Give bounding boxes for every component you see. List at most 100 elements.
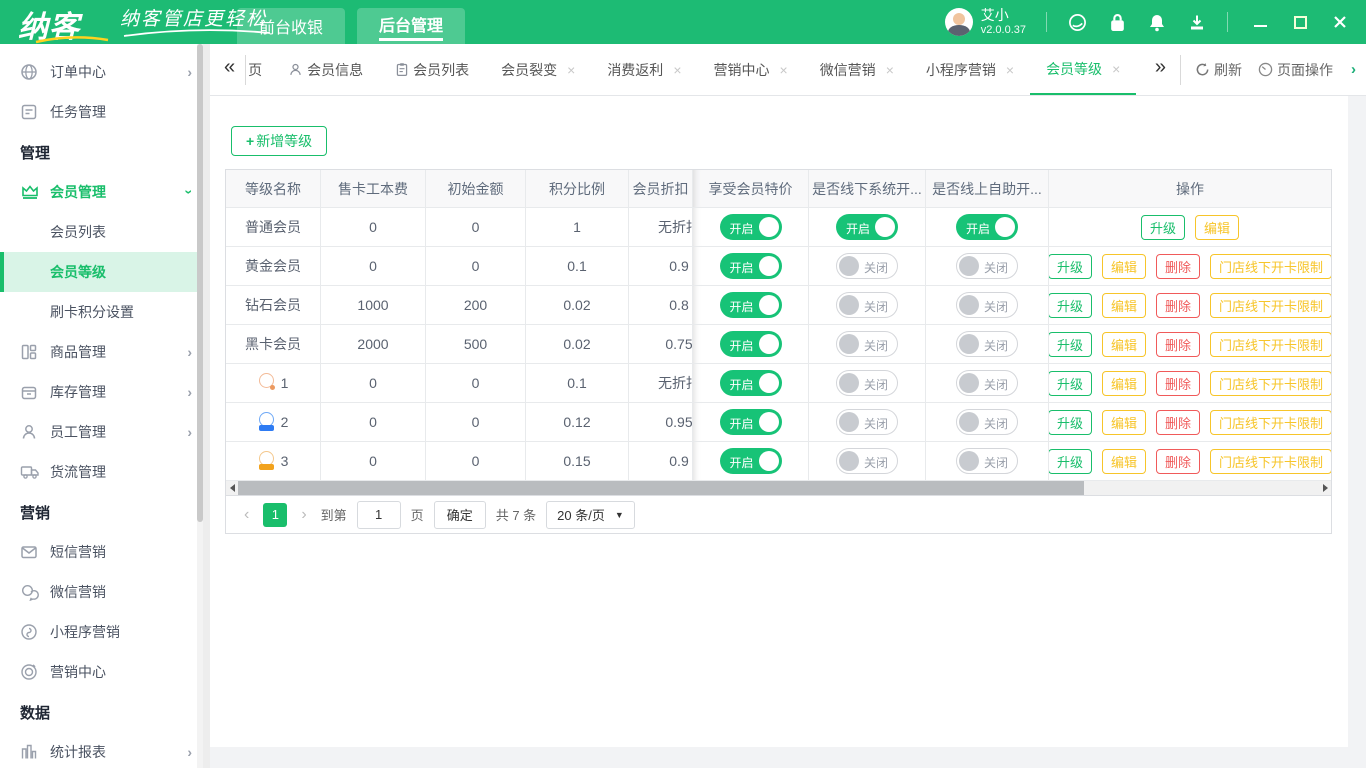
delete-button[interactable]: 删除 xyxy=(1156,370,1201,396)
close-icon[interactable]: × xyxy=(567,62,575,78)
toggle-off[interactable]: 关闭 xyxy=(836,409,898,435)
close-icon[interactable]: × xyxy=(780,62,788,78)
edit-button[interactable]: 编辑 xyxy=(1101,331,1146,357)
sidebar-item[interactable]: 任务管理 xyxy=(0,92,210,132)
avatar[interactable] xyxy=(944,8,973,36)
topnav-tab[interactable]: 后台管理 xyxy=(357,8,466,44)
toggle-off[interactable]: 关闭 xyxy=(836,292,898,318)
toggle-off[interactable]: 关闭 xyxy=(956,331,1018,357)
toggle-on[interactable]: 开启 xyxy=(719,214,782,240)
page-ops-button[interactable]: 页面操作 xyxy=(1258,60,1333,80)
user-block[interactable]: 艾小 v2.0.0.37 xyxy=(944,7,1026,36)
sidebar-item[interactable]: 短信营销 xyxy=(0,532,210,572)
toggle-on[interactable]: 开启 xyxy=(719,409,782,435)
scroll-left-arrow[interactable] xyxy=(226,481,238,495)
download-icon[interactable] xyxy=(1187,12,1207,32)
tabs-collapse-button[interactable]: « xyxy=(220,54,247,85)
limit-button[interactable]: 门店线下开卡限制 xyxy=(1210,292,1331,318)
page-number-active[interactable]: 1 xyxy=(263,502,288,527)
delete-button[interactable]: 删除 xyxy=(1156,448,1201,474)
edit-button[interactable]: 编辑 xyxy=(1101,292,1146,318)
tab[interactable]: 会员裂变 × xyxy=(485,44,591,95)
toggle-off[interactable]: 关闭 xyxy=(956,409,1018,435)
toggle-off[interactable]: 关闭 xyxy=(836,253,898,279)
tab[interactable]: 小程序营销 × xyxy=(910,44,1030,95)
topnav-tab[interactable]: 前台收银 xyxy=(237,8,346,44)
toggle-off[interactable]: 关闭 xyxy=(956,448,1018,474)
sidebar-item[interactable]: 会员管理 › xyxy=(0,172,210,212)
tabs-expand-button[interactable]: » xyxy=(1145,56,1180,83)
tab[interactable]: 微信营销 × xyxy=(804,44,910,95)
tab[interactable]: 营销中心 × xyxy=(698,44,804,95)
scroll-right-arrow[interactable] xyxy=(1319,481,1331,495)
sidebar-item[interactable]: 员工管理 › xyxy=(0,412,210,452)
close-icon[interactable]: × xyxy=(1112,61,1120,77)
sidebar-subitem[interactable]: 会员等级 xyxy=(0,252,210,292)
bell-icon[interactable] xyxy=(1147,12,1167,32)
toggle-on[interactable]: 开启 xyxy=(719,448,782,474)
upgrade-button[interactable]: 升级 xyxy=(1049,253,1092,279)
delete-button[interactable]: 删除 xyxy=(1156,292,1201,318)
toggle-on[interactable]: 开启 xyxy=(956,214,1018,240)
sidebar-item[interactable]: 库存管理 › xyxy=(0,372,210,412)
tab[interactable]: 会员等级 × xyxy=(1030,44,1137,95)
toggle-off[interactable]: 关闭 xyxy=(956,370,1018,396)
sidebar-item[interactable]: 货流管理 xyxy=(0,452,210,492)
support-icon[interactable] xyxy=(1067,12,1087,32)
tab[interactable]: 会员信息 xyxy=(272,44,379,95)
sidebar-subitem[interactable]: 刷卡积分设置 xyxy=(0,292,210,332)
lock-icon[interactable] xyxy=(1107,12,1127,32)
minimize-button[interactable] xyxy=(1252,14,1268,30)
upgrade-button[interactable]: 升级 xyxy=(1049,292,1092,318)
sidebar-item[interactable]: 小程序营销 xyxy=(0,612,210,652)
toggle-off[interactable]: 关闭 xyxy=(836,331,898,357)
sidebar-item[interactable]: 营销中心 xyxy=(0,652,210,692)
add-level-button[interactable]: + 新增等级 xyxy=(231,126,328,156)
sidebar-item[interactable]: 商品管理 › xyxy=(0,332,210,372)
tab[interactable]: 会员列表 xyxy=(379,44,485,95)
toggle-off[interactable]: 关闭 xyxy=(956,253,1018,279)
close-icon[interactable]: × xyxy=(673,62,681,78)
close-icon[interactable]: × xyxy=(886,62,894,78)
refresh-button[interactable]: 刷新 xyxy=(1195,60,1242,80)
delete-button[interactable]: 删除 xyxy=(1156,253,1201,279)
toggle-on[interactable]: 开启 xyxy=(719,370,782,396)
sidebar-item[interactable]: 微信营销 xyxy=(0,572,210,612)
sidebar-item[interactable]: 统计报表 › xyxy=(0,732,210,768)
toggle-on[interactable]: 开启 xyxy=(719,253,782,279)
upgrade-button[interactable]: 升级 xyxy=(1049,409,1092,435)
sidebar-item[interactable]: 订单中心 › xyxy=(0,52,210,92)
toggle-off[interactable]: 关闭 xyxy=(836,370,898,396)
upgrade-button[interactable]: 升级 xyxy=(1049,331,1092,357)
sidebar-subitem[interactable]: 会员列表 xyxy=(0,212,210,252)
close-icon[interactable]: × xyxy=(1006,62,1014,78)
edit-button[interactable]: 编辑 xyxy=(1101,370,1146,396)
toggle-on[interactable]: 开启 xyxy=(719,292,782,318)
maximize-button[interactable] xyxy=(1292,14,1308,30)
toggle-on[interactable]: 开启 xyxy=(836,214,898,240)
tab[interactable]: 消费返利 × xyxy=(591,44,697,95)
goto-page-input[interactable] xyxy=(356,500,401,529)
prev-page-button[interactable]: ‹ xyxy=(240,506,253,524)
edit-button[interactable]: 编辑 xyxy=(1101,448,1146,474)
toggle-off[interactable]: 关闭 xyxy=(956,292,1018,318)
confirm-button[interactable]: 确定 xyxy=(433,500,486,529)
upgrade-button[interactable]: 升级 xyxy=(1049,448,1092,474)
edit-button[interactable]: 编辑 xyxy=(1101,409,1146,435)
limit-button[interactable]: 门店线下开卡限制 xyxy=(1210,409,1331,435)
limit-button[interactable]: 门店线下开卡限制 xyxy=(1210,370,1331,396)
edit-button[interactable]: 编辑 xyxy=(1101,253,1146,279)
edit-button[interactable]: 编辑 xyxy=(1195,214,1240,240)
horizontal-scrollbar[interactable] xyxy=(226,481,1331,495)
upgrade-button[interactable]: 升级 xyxy=(1140,214,1185,240)
limit-button[interactable]: 门店线下开卡限制 xyxy=(1210,253,1331,279)
next-page-button[interactable]: › xyxy=(297,506,310,524)
scrollbar-thumb[interactable] xyxy=(238,481,1084,495)
tab[interactable]: 页 xyxy=(246,44,272,95)
upgrade-button[interactable]: 升级 xyxy=(1049,370,1092,396)
close-button[interactable] xyxy=(1332,14,1348,30)
limit-button[interactable]: 门店线下开卡限制 xyxy=(1210,331,1331,357)
toggle-on[interactable]: 开启 xyxy=(719,331,782,357)
tabs-more-button[interactable]: › xyxy=(1349,61,1366,78)
page-size-select[interactable]: 20 条/页 ▼ xyxy=(546,500,635,529)
